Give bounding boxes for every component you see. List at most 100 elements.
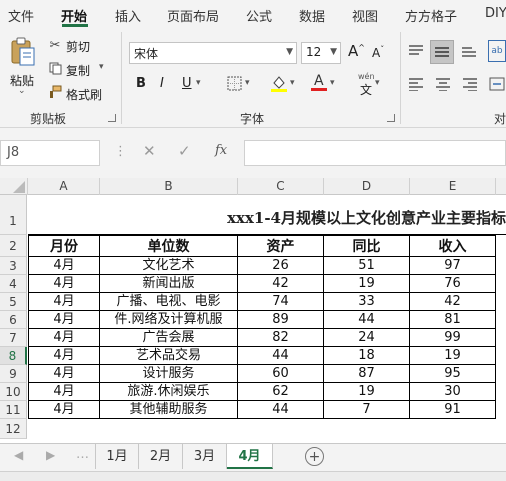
table-cell[interactable]: 81 xyxy=(410,311,496,329)
borders-dropdown-icon[interactable]: ▾ xyxy=(245,78,250,88)
paste-dropdown-icon[interactable]: ⌄ xyxy=(18,86,26,96)
row-header[interactable]: 7 xyxy=(0,329,27,347)
copy-dropdown-icon[interactable]: ▾ xyxy=(99,62,104,72)
table-cell[interactable]: 42 xyxy=(238,275,324,293)
table-cell[interactable]: 76 xyxy=(410,275,496,293)
table-cell[interactable]: 19 xyxy=(324,383,410,401)
clipboard-launcher-icon[interactable] xyxy=(108,114,116,122)
fill-color-dropdown-icon[interactable]: ▾ xyxy=(290,78,295,88)
row-header[interactable]: 12 xyxy=(0,419,27,439)
tab-formulas[interactable]: 公式 xyxy=(246,6,272,25)
tab-data[interactable]: 数据 xyxy=(299,6,325,25)
table-cell[interactable]: 4月 xyxy=(28,293,100,311)
scroll-right-icon[interactable]: ▶ xyxy=(46,448,55,462)
cut-label[interactable]: 剪切 xyxy=(66,38,90,55)
align-right-icon[interactable] xyxy=(459,74,481,94)
table-cell[interactable]: 4月 xyxy=(28,365,100,383)
column-header-e[interactable]: E xyxy=(410,178,496,195)
font-color-dropdown-icon[interactable]: ▾ xyxy=(330,78,335,88)
column-header-d[interactable]: D xyxy=(324,178,410,195)
phonetic-dropdown-icon[interactable]: ▾ xyxy=(375,78,380,88)
align-bottom-icon[interactable] xyxy=(458,40,480,62)
table-cell[interactable]: 其他辅助服务 xyxy=(100,401,238,419)
table-cell[interactable]: 82 xyxy=(238,329,324,347)
table-cell[interactable]: 新闻出版 xyxy=(100,275,238,293)
decrease-font-icon[interactable]: Aˇ xyxy=(372,45,384,60)
align-center-icon[interactable] xyxy=(432,74,454,94)
table-cell[interactable]: 4月 xyxy=(28,275,100,293)
table-cell[interactable]: 74 xyxy=(238,293,324,311)
tab-view[interactable]: 视图 xyxy=(352,6,378,25)
table-cell[interactable]: 89 xyxy=(238,311,324,329)
table-cell[interactable]: 件.网络及计算机服 xyxy=(100,311,238,329)
increase-font-icon[interactable]: A^ xyxy=(348,42,365,60)
column-header-f[interactable] xyxy=(496,178,506,195)
cancel-icon[interactable]: ✕ xyxy=(143,142,156,160)
header-cell-revenue[interactable]: 收入 xyxy=(410,235,496,257)
table-cell[interactable]: 4月 xyxy=(28,257,100,275)
copy-label[interactable]: 复制 xyxy=(66,62,90,79)
table-cell[interactable]: 18 xyxy=(324,347,410,365)
phonetic-icon[interactable]: 文 xyxy=(360,81,372,98)
row-header[interactable]: 3 xyxy=(0,257,27,275)
row-header[interactable]: 5 xyxy=(0,293,27,311)
table-cell[interactable]: 62 xyxy=(238,383,324,401)
column-header-a[interactable]: A xyxy=(28,178,100,195)
select-all-corner[interactable] xyxy=(0,178,28,195)
font-color-icon[interactable]: A xyxy=(310,72,328,92)
font-launcher-icon[interactable] xyxy=(387,114,395,122)
copy-icon[interactable] xyxy=(48,61,62,75)
sheet-tab-jan[interactable]: 1月 xyxy=(95,444,139,469)
font-size-combo[interactable]: 12 ▼ xyxy=(301,42,341,64)
row-header-selected[interactable]: 8 xyxy=(0,347,27,365)
table-cell[interactable]: 7 xyxy=(324,401,410,419)
table-cell[interactable]: 60 xyxy=(238,365,324,383)
confirm-icon[interactable]: ✓ xyxy=(178,142,191,160)
table-cell[interactable]: 设计服务 xyxy=(100,365,238,383)
table-cell[interactable]: 44 xyxy=(324,311,410,329)
table-cell[interactable]: 44 xyxy=(238,347,324,365)
table-cell[interactable]: 33 xyxy=(324,293,410,311)
header-cell-yoy[interactable]: 同比 xyxy=(324,235,410,257)
table-cell[interactable]: 文化艺术 xyxy=(100,257,238,275)
row-header[interactable]: 1 xyxy=(0,195,27,235)
format-painter-label[interactable]: 格式刷 xyxy=(66,86,102,103)
table-cell[interactable]: 19 xyxy=(324,275,410,293)
tab-insert[interactable]: 插入 xyxy=(115,6,141,25)
name-box[interactable]: J8 xyxy=(0,140,100,166)
tab-page-layout[interactable]: 页面布局 xyxy=(167,6,219,25)
bold-button[interactable]: B xyxy=(136,76,146,91)
table-cell[interactable]: 97 xyxy=(410,257,496,275)
tab-home[interactable]: 开始 xyxy=(61,6,87,25)
table-cell[interactable]: 4月 xyxy=(28,329,100,347)
wrap-text-icon[interactable]: ab xyxy=(488,40,506,62)
insert-function-button[interactable]: fx xyxy=(215,143,227,158)
table-cell[interactable]: 4月 xyxy=(28,347,100,365)
table-cell[interactable]: 19 xyxy=(410,347,496,365)
row-header[interactable]: 6 xyxy=(0,311,27,329)
header-cell-assets[interactable]: 资产 xyxy=(238,235,324,257)
header-cell-unit[interactable]: 单位数 xyxy=(100,235,238,257)
more-options-icon[interactable]: ⋮ xyxy=(114,144,127,159)
format-painter-icon[interactable] xyxy=(48,85,62,99)
table-cell[interactable]: 广播、电视、电影 xyxy=(100,293,238,311)
table-cell[interactable]: 87 xyxy=(324,365,410,383)
font-name-combo[interactable]: 宋体 ▼ xyxy=(129,42,297,64)
table-cell[interactable]: 91 xyxy=(410,401,496,419)
table-cell[interactable]: 95 xyxy=(410,365,496,383)
underline-button[interactable]: U xyxy=(182,76,192,91)
tab-fangfang[interactable]: 方方格子 xyxy=(405,6,457,25)
row-header[interactable]: 4 xyxy=(0,275,27,293)
table-cell[interactable]: 4月 xyxy=(28,401,100,419)
worksheet-grid[interactable]: A B C D E 1 2 3 4 5 6 7 8 9 10 11 12 xxx… xyxy=(0,178,506,443)
tab-file[interactable]: 文件 xyxy=(8,6,34,25)
table-cell[interactable]: 26 xyxy=(238,257,324,275)
table-cell[interactable]: 51 xyxy=(324,257,410,275)
sheet-tab-apr[interactable]: 4月 xyxy=(227,444,273,469)
header-cell-month[interactable]: 月份 xyxy=(28,235,100,257)
row-header[interactable]: 2 xyxy=(0,235,27,257)
italic-button[interactable]: I xyxy=(160,76,164,91)
formula-input[interactable] xyxy=(244,140,506,166)
table-cell[interactable]: 旅游.休闲娱乐 xyxy=(100,383,238,401)
table-cell[interactable]: 24 xyxy=(324,329,410,347)
